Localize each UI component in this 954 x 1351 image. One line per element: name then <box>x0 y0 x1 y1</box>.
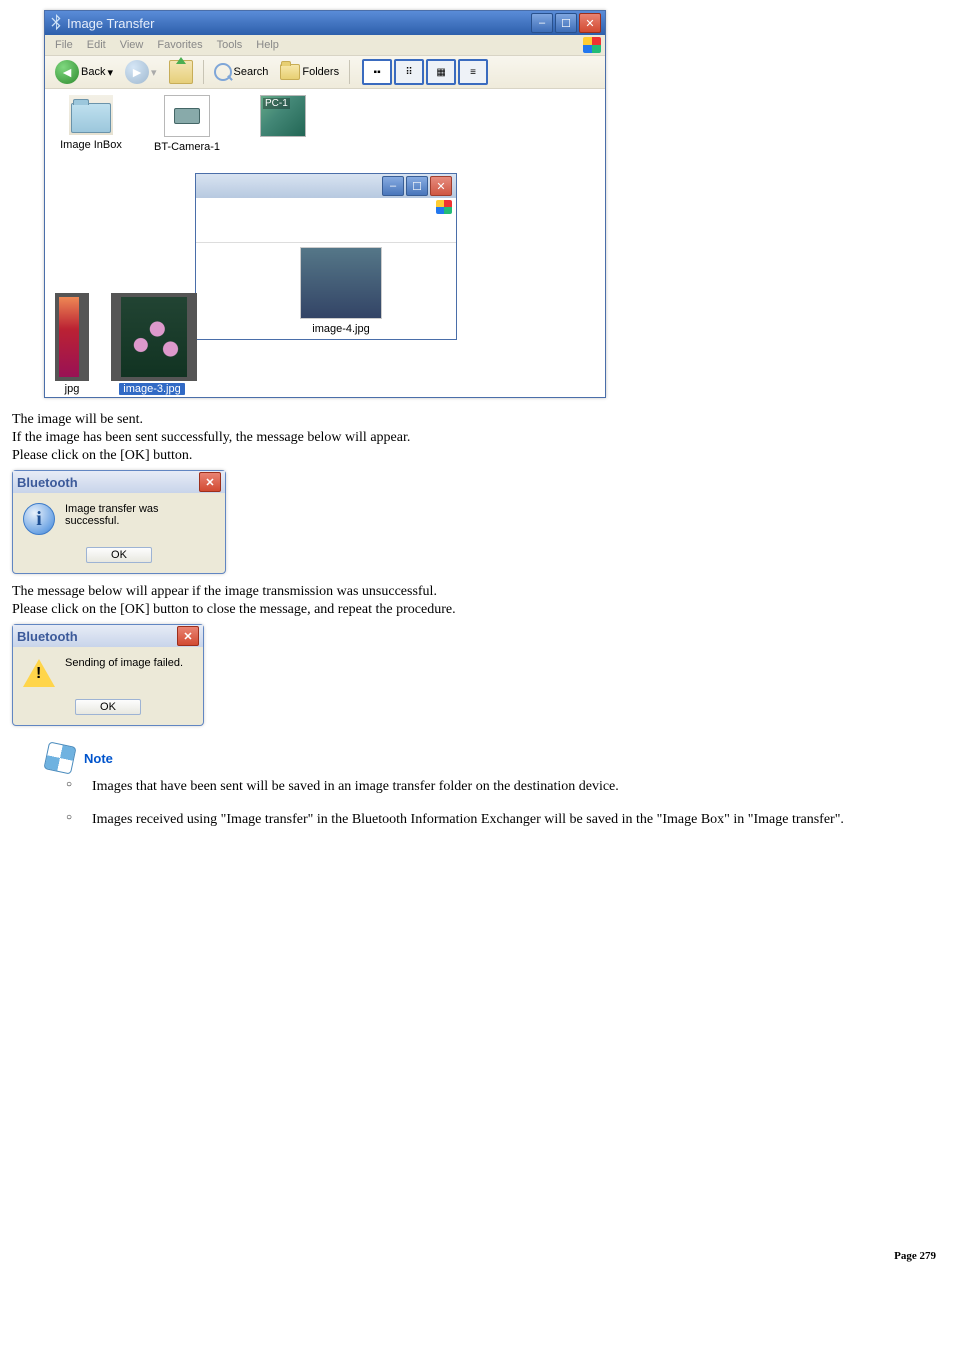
camera-icon <box>164 95 210 137</box>
window-content: Image InBox BT-Camera-1 PC-1 – ☐ ✕ <box>45 89 605 397</box>
search-button[interactable]: Search <box>210 61 273 83</box>
sub-title <box>200 180 382 192</box>
up-folder-icon <box>169 60 193 84</box>
image-thumbnail <box>55 293 89 381</box>
view-tiles-button[interactable]: ▦ <box>426 59 456 85</box>
body-text: Please click on the [OK] button to close… <box>12 602 942 618</box>
folder-icon <box>280 64 300 80</box>
menu-help[interactable]: Help <box>250 37 285 53</box>
note-item: Images received using "Image transfer" i… <box>52 811 942 830</box>
windows-logo-icon <box>583 37 601 53</box>
search-label: Search <box>234 66 269 78</box>
drag-preview-window: – ☐ ✕ image-4.jpg <box>195 173 457 340</box>
body-text: The image will be sent. <box>12 412 942 428</box>
window-buttons: – ☐ ✕ <box>531 13 601 33</box>
menu-tools[interactable]: Tools <box>211 37 249 53</box>
close-button[interactable]: ✕ <box>177 626 199 646</box>
note-list: Images that have been sent will be saved… <box>52 778 942 830</box>
menubar: File Edit View Favorites Tools Help <box>45 35 605 55</box>
dialog-titlebar: Bluetooth ✕ <box>13 471 225 493</box>
file-item[interactable] <box>111 293 197 381</box>
dialog-title: Bluetooth <box>17 475 78 490</box>
up-button[interactable] <box>165 58 197 86</box>
ok-button[interactable]: OK <box>75 699 141 715</box>
file-label-selected[interactable]: image-3.jpg <box>119 383 184 395</box>
minimize-button[interactable]: – <box>531 13 553 33</box>
body-text: Please click on the [OK] button. <box>12 448 942 464</box>
folder-item[interactable]: BT-Camera-1 <box>151 95 223 153</box>
menu-view[interactable]: View <box>114 37 150 53</box>
file-item[interactable] <box>55 293 89 381</box>
dialog-message: Sending of image failed. <box>65 657 193 669</box>
back-label: Back <box>81 66 105 78</box>
note-icon <box>43 741 76 774</box>
ok-button[interactable]: OK <box>86 547 152 563</box>
note-heading: Note <box>46 744 942 772</box>
warning-icon <box>23 659 55 687</box>
close-button[interactable]: ✕ <box>430 176 452 196</box>
success-dialog: Bluetooth ✕ i Image transfer was success… <box>12 470 226 574</box>
dialog-titlebar: Bluetooth ✕ <box>13 625 203 647</box>
pc-icon <box>260 95 306 137</box>
folder-item[interactable]: PC-1 <box>247 95 319 153</box>
maximize-button[interactable]: ☐ <box>555 13 577 33</box>
forward-icon: ► <box>125 60 149 84</box>
folders-button[interactable]: Folders <box>276 62 343 82</box>
search-icon <box>214 63 232 81</box>
window-title: Image Transfer <box>67 16 154 31</box>
menu-edit[interactable]: Edit <box>81 37 112 53</box>
folder-item[interactable]: Image InBox <box>55 95 127 153</box>
file-label: jpg <box>55 383 89 395</box>
titlebar: Image Transfer – ☐ ✕ <box>45 11 605 35</box>
dialog-message: Image transfer was successful. <box>65 503 215 527</box>
close-button[interactable]: ✕ <box>199 472 221 492</box>
back-icon: ◄ <box>55 60 79 84</box>
view-mode-buttons: ▪▪ ⠿ ▦ ≡ <box>362 59 488 85</box>
view-filmstrip-button[interactable]: ▪▪ <box>362 59 392 85</box>
image-label: image-4.jpg <box>300 323 382 335</box>
folders-label: Folders <box>302 66 339 78</box>
body-text: The message below will appear if the ima… <box>12 584 942 600</box>
item-label: BT-Camera-1 <box>154 141 220 153</box>
note-item: Images that have been sent will be saved… <box>52 778 942 797</box>
image-transfer-window: Image Transfer – ☐ ✕ File Edit View Favo… <box>44 10 606 398</box>
separator <box>349 60 350 84</box>
item-label: Image InBox <box>60 139 122 151</box>
view-thumbnails-button[interactable]: ⠿ <box>394 59 424 85</box>
toolbar: ◄ Back ▾ ► ▾ Search Folders ▪▪ ⠿ ▦ ≡ <box>45 55 605 89</box>
menu-favorites[interactable]: Favorites <box>151 37 208 53</box>
dropdown-icon: ▾ <box>107 66 113 79</box>
dialog-title: Bluetooth <box>17 629 78 644</box>
minimize-button[interactable]: – <box>382 176 404 196</box>
close-button[interactable]: ✕ <box>579 13 601 33</box>
back-button[interactable]: ◄ Back ▾ <box>51 58 117 86</box>
sub-titlebar: – ☐ ✕ <box>196 174 456 198</box>
page-footer: Page 279 <box>12 1250 942 1262</box>
fail-dialog: Bluetooth ✕ Sending of image failed. OK <box>12 624 204 726</box>
bluetooth-icon <box>49 14 63 32</box>
image-thumbnail <box>111 293 197 381</box>
windows-logo-icon <box>436 200 452 214</box>
forward-button[interactable]: ► ▾ <box>121 58 161 86</box>
folder-icon <box>69 95 113 135</box>
separator <box>203 60 204 84</box>
dropdown-icon: ▾ <box>151 66 157 79</box>
image-thumbnail[interactable] <box>300 247 382 319</box>
note-label: Note <box>84 751 113 766</box>
view-details-button[interactable]: ≡ <box>458 59 488 85</box>
menu-file[interactable]: File <box>49 37 79 53</box>
info-icon: i <box>23 503 55 535</box>
body-text: If the image has been sent successfully,… <box>12 430 942 446</box>
maximize-button[interactable]: ☐ <box>406 176 428 196</box>
